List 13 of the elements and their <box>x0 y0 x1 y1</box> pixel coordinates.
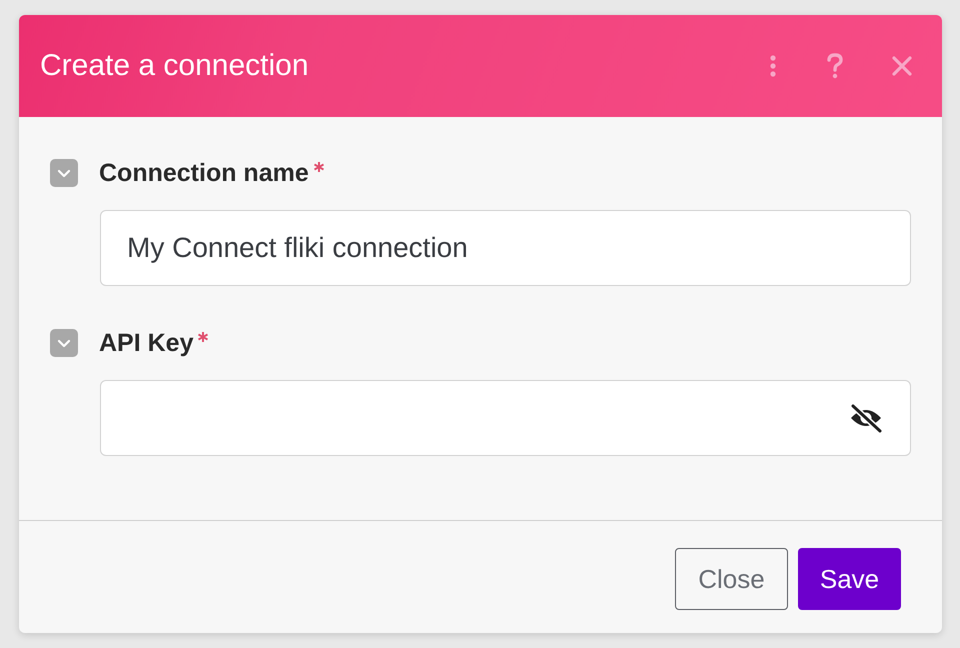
field-label: Connection name <box>99 158 309 188</box>
collapse-toggle[interactable] <box>50 329 78 357</box>
eye-slash-icon[interactable] <box>848 403 884 433</box>
text-field[interactable]: My Connect fliki connection <box>100 210 911 286</box>
close-button[interactable]: Close <box>675 548 788 610</box>
help-icon[interactable] <box>826 53 844 79</box>
collapse-toggle[interactable] <box>50 159 78 187</box>
save-button[interactable]: Save <box>798 548 901 610</box>
dialog-title: Create a connection <box>40 49 310 83</box>
close-icon[interactable] <box>892 56 912 76</box>
more-icon[interactable] <box>768 54 778 78</box>
password-field[interactable] <box>100 380 911 456</box>
field-label: API Key <box>99 328 194 358</box>
